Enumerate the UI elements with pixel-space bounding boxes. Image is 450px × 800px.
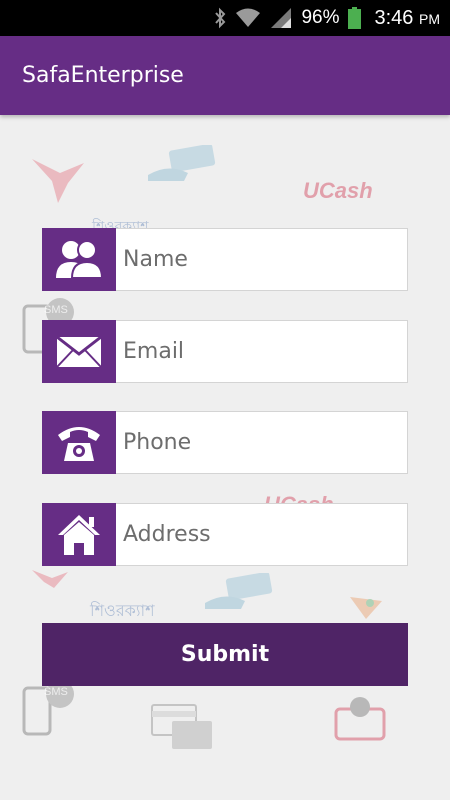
battery-percentage: 96% (301, 7, 340, 28)
background-cash-hand-icon-2 (205, 571, 275, 615)
clock-ampm: PM (419, 10, 440, 27)
background-flag-icon (348, 595, 384, 625)
envelope-icon (42, 320, 116, 383)
address-input[interactable] (116, 503, 408, 566)
battery-icon (347, 7, 361, 29)
address-row (42, 503, 408, 566)
email-row (42, 320, 408, 383)
people-icon (42, 228, 116, 291)
phone-input[interactable] (116, 411, 408, 474)
background-surecash-logo-2: শিওরক্যাশ (90, 601, 155, 620)
phone-row (42, 411, 408, 474)
bluetooth-icon (213, 7, 227, 29)
clock: 3:46 PM (375, 7, 441, 30)
background-sms-label: SMS (44, 304, 68, 316)
telephone-icon (42, 411, 116, 474)
background-bird-logo-2 (30, 568, 70, 596)
background-ucash-logo: UCash (303, 178, 373, 203)
background-sms-label-2: SMS (44, 686, 68, 698)
app-bar: SafaEnterprise (0, 36, 450, 115)
email-input[interactable] (116, 320, 408, 383)
name-input[interactable] (116, 228, 408, 291)
background-bird-logo (30, 155, 86, 209)
background-card-icon (150, 703, 214, 755)
clock-time: 3:46 (374, 6, 414, 29)
submit-button[interactable]: Submit (42, 623, 408, 686)
name-row (42, 228, 408, 291)
signal-icon (269, 7, 293, 29)
background-mobile-pay-icon (330, 695, 390, 749)
app-title: SafaEnterprise (22, 63, 184, 88)
background-cash-hand-icon (148, 143, 218, 187)
status-bar: 96% 3:46 PM (0, 0, 450, 36)
wifi-icon (235, 8, 261, 28)
home-icon (42, 503, 116, 566)
